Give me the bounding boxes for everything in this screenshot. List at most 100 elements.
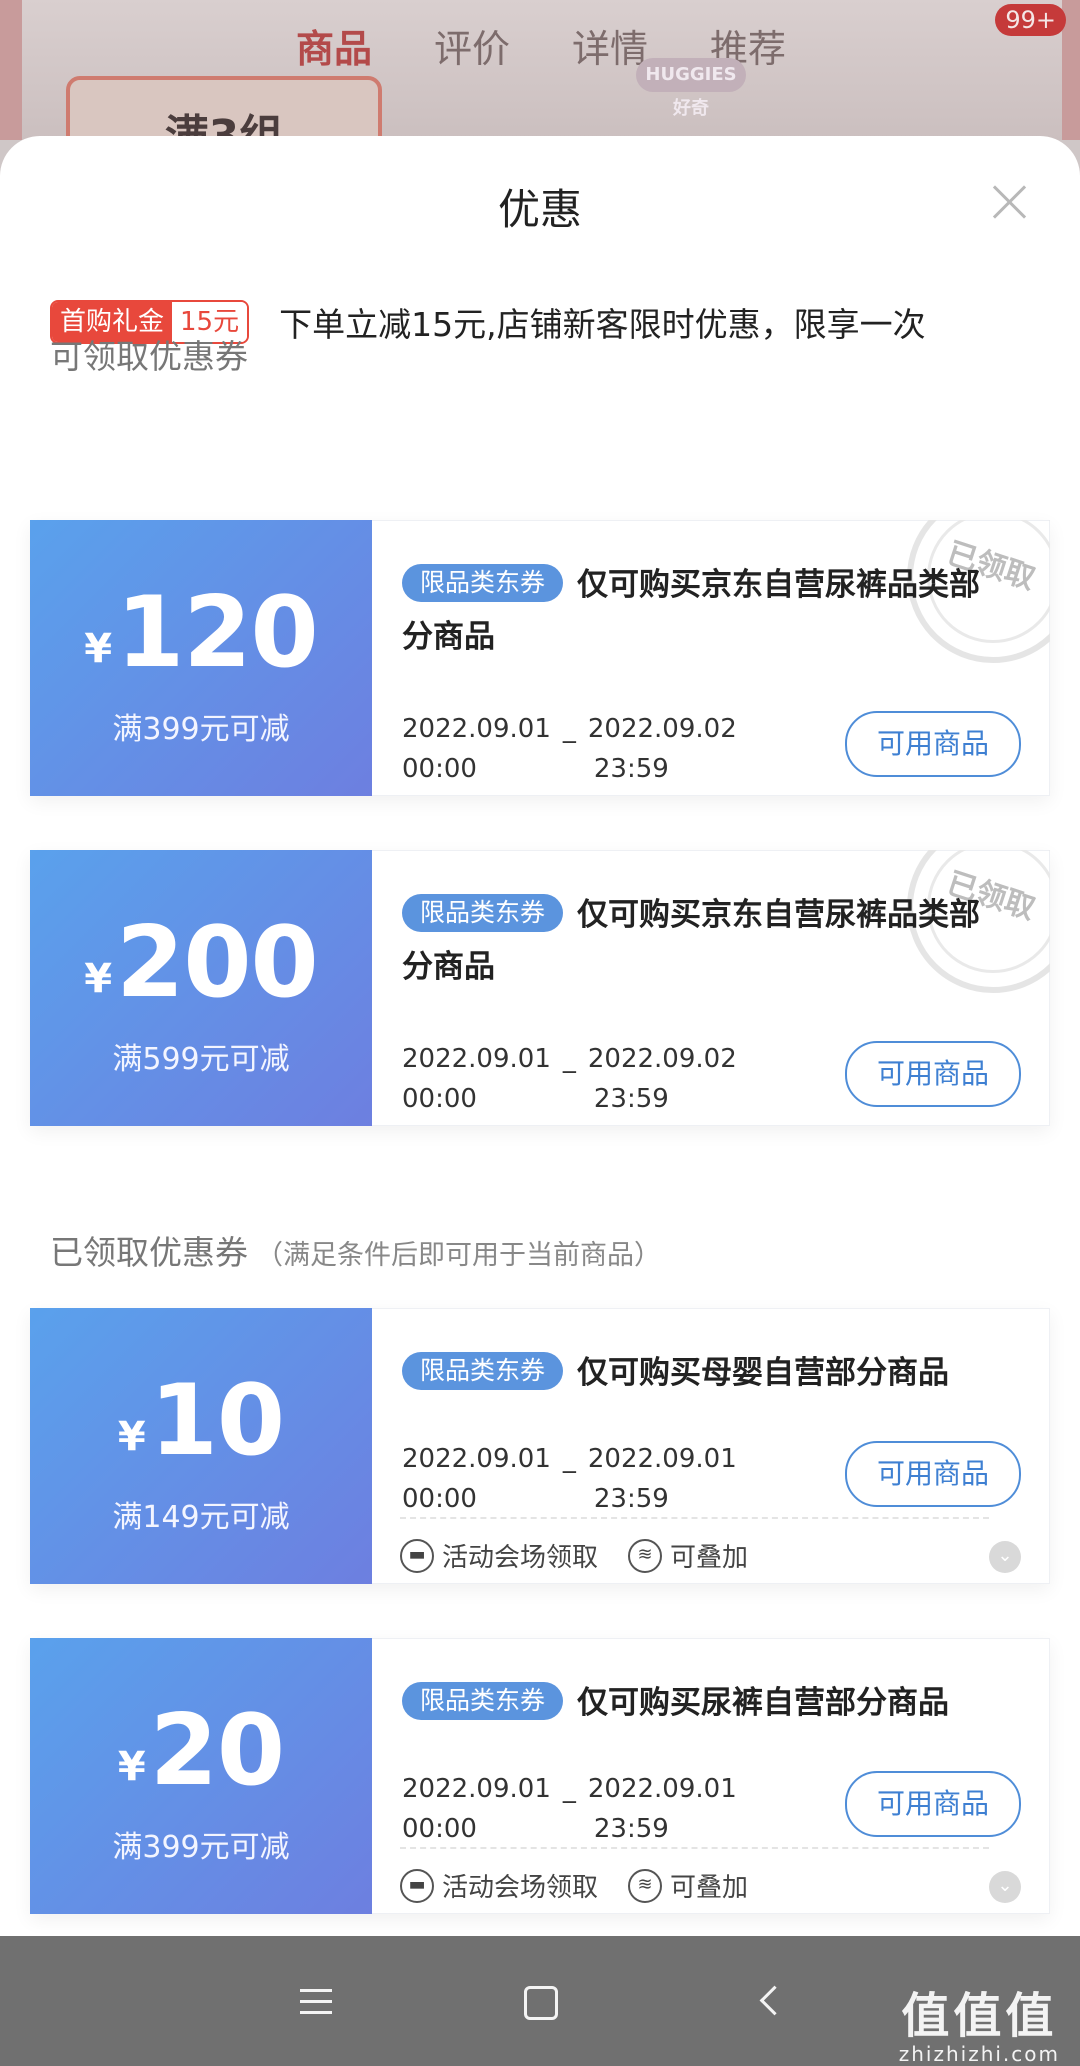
coupon-stackable: 可叠加 [670, 1543, 749, 1573]
start-time: 00:00 [402, 1084, 477, 1114]
category-tag: 限品类东券 [402, 1352, 564, 1390]
section-received-note: （满足条件后即可用于当前商品） [256, 1240, 661, 1271]
stack-icon: ≋ [628, 1538, 663, 1573]
coupon-validity: 2022.09.01 00:00 _ 2022.09.01 23:59 [402, 1439, 737, 1519]
available-products-button[interactable]: 可用商品 [845, 711, 1021, 777]
coupon-condition: 满399元可减 [112, 1830, 290, 1865]
end-date: 2022.09.02 [587, 714, 737, 744]
coupon-amount: ¥200 [30, 906, 372, 1020]
currency-symbol: ¥ [84, 956, 113, 1002]
available-products-button[interactable]: 可用商品 [845, 1041, 1021, 1107]
coupon-title: 限品类东券 仅可购买京东自营尿裤品类部分商品 [402, 559, 989, 663]
background-promo-box: 满3组 [66, 76, 382, 140]
background-tab-details: 详情 [572, 27, 649, 71]
available-products-button[interactable]: 可用商品 [845, 1771, 1021, 1837]
date-separator: _ [562, 1444, 576, 1474]
back-icon[interactable] [740, 1972, 800, 2032]
coupon-amount-value: 200 [116, 906, 319, 1020]
background-tab-reviews: 评价 [434, 27, 511, 71]
cart-count-badge: 99+ [995, 4, 1066, 36]
coupon-source: 活动会场领取 [442, 1873, 599, 1903]
coupon-amount: ¥20 [30, 1694, 372, 1808]
menu-icon[interactable] [286, 1972, 346, 2032]
coupon-title: 限品类东券 仅可购买母婴自营部分商品 [402, 1347, 989, 1399]
promo-description: 下单立减15元,店铺新客限时优惠，限享一次 [279, 305, 926, 344]
date-separator: _ [562, 1044, 576, 1074]
currency-symbol: ¥ [117, 1414, 146, 1460]
watermark-url: zhizhizhi.com [898, 2042, 1060, 2066]
coupon-value-panel: ¥200 满599元可减 [30, 850, 372, 1126]
coupon-validity: 2022.09.01 00:00 _ 2022.09.02 23:59 [402, 709, 737, 789]
chevron-down-icon[interactable]: ⌄ [989, 1871, 1021, 1903]
date-separator: _ [562, 714, 576, 744]
watermark-text: 值值值 [901, 1988, 1058, 2044]
coupon-info-panel: 限品类东券 仅可购买尿裤自营部分商品 2022.09.01 00:00 _ 2022.0… [372, 1638, 1050, 1914]
background-product-page: 商品 评价 详情 推荐 99+ 满3组 HUGGIES 好奇 [0, 0, 1080, 140]
start-date: 2022.09.01 [402, 714, 551, 744]
coupon-amount-value: 120 [116, 576, 319, 690]
coupon-value-panel: ¥20 满399元可减 [30, 1638, 372, 1914]
divider [400, 1517, 989, 1519]
coupon-meta: ▬ 活动会场领取 ≋ 可叠加 [400, 1867, 748, 1904]
background-tab-products: 商品 [296, 27, 373, 71]
system-navigation-bar: 值值值 zhizhizhi.com [0, 1936, 1080, 2066]
chevron-down-icon[interactable]: ⌄ [989, 1541, 1021, 1573]
sheet-title: 优惠 [497, 185, 582, 234]
coupon-title: 限品类东券 仅可购买京东自营尿裤品类部分商品 [402, 889, 989, 993]
start-time: 00:00 [402, 754, 477, 784]
coupon-source: 活动会场领取 [442, 1543, 599, 1573]
coupon-validity: 2022.09.01 00:00 _ 2022.09.02 23:59 [402, 1039, 737, 1119]
coupon-value-panel: ¥120 满399元可减 [30, 520, 372, 796]
section-received-label: 已领取优惠券 [50, 1233, 248, 1272]
coupon-info-panel: 限品类东券 仅可购买母婴自营部分商品 2022.09.01 00:00 _ 2022.0… [372, 1308, 1050, 1584]
coupon-title: 限品类东券 仅可购买尿裤自营部分商品 [402, 1677, 989, 1729]
coupon-card: ¥200 满599元可减 已领取 限品类东券 仅可购买京东自营尿裤品类部分商品 2… [30, 850, 1050, 1126]
coupon-value-panel: ¥10 满149元可减 [30, 1308, 372, 1584]
coupon-amount: ¥10 [30, 1364, 372, 1478]
coupon-stackable: 可叠加 [670, 1873, 749, 1903]
coupon-card: ¥120 满399元可减 已领取 限品类东券 仅可购买京东自营尿裤品类部分商品 2… [30, 520, 1050, 796]
coupon-condition: 满599元可减 [112, 1042, 290, 1077]
coupon-info-panel: 已领取 限品类东券 仅可购买京东自营尿裤品类部分商品 2022.09.01 00:0… [372, 850, 1050, 1126]
close-icon[interactable] [990, 182, 1030, 222]
coupon-title-text: 仅可购买母婴自营部分商品 [577, 1355, 950, 1391]
end-date: 2022.09.02 [587, 1044, 737, 1074]
end-date: 2022.09.01 [587, 1774, 737, 1804]
coupon-sheet: 优惠 首购礼金 15元 下单立减15元,店铺新客限时优惠，限享一次 可领取优惠券… [0, 136, 1080, 1936]
end-time: 23:59 [593, 1814, 669, 1844]
stack-icon: ≋ [628, 1868, 663, 1903]
start-time: 00:00 [402, 1814, 477, 1844]
watermark: 值值值 zhizhizhi.com [899, 1976, 1060, 2066]
section-received-title: 已领取优惠券 （满足条件后即可用于当前商品） [50, 1226, 661, 1274]
start-date: 2022.09.01 [402, 1044, 551, 1074]
coupon-condition: 满399元可减 [112, 712, 290, 747]
coupon-validity: 2022.09.01 00:00 _ 2022.09.01 23:59 [402, 1769, 737, 1849]
coupon-meta: ▬ 活动会场领取 ≋ 可叠加 [400, 1537, 748, 1574]
date-separator: _ [562, 1774, 576, 1804]
coupon-amount: ¥120 [30, 576, 372, 690]
category-tag: 限品类东券 [402, 894, 564, 932]
coupon-amount-value: 10 [149, 1364, 285, 1478]
end-time: 23:59 [593, 1484, 669, 1514]
background-brand-logo: HUGGIES 好奇 [636, 58, 746, 119]
category-tag: 限品类东券 [402, 564, 564, 602]
ticket-icon: ▬ [400, 1538, 434, 1573]
coupon-condition: 满149元可减 [112, 1500, 290, 1535]
coupon-amount-value: 20 [149, 1694, 285, 1808]
start-date: 2022.09.01 [402, 1774, 551, 1804]
divider [400, 1847, 989, 1849]
end-time: 23:59 [593, 754, 669, 784]
ticket-icon: ▬ [400, 1868, 434, 1903]
section-available-title: 可领取优惠券 [50, 337, 248, 376]
background-edge-left [0, 0, 22, 140]
start-date: 2022.09.01 [402, 1444, 551, 1474]
coupon-card: ¥20 满399元可减 限品类东券 仅可购买尿裤自营部分商品 2022.09.01… [30, 1638, 1050, 1914]
currency-symbol: ¥ [117, 1744, 146, 1790]
category-tag: 限品类东券 [402, 1682, 564, 1720]
home-icon[interactable] [508, 1972, 568, 2032]
end-date: 2022.09.01 [587, 1444, 737, 1474]
coupon-info-panel: 已领取 限品类东券 仅可购买京东自营尿裤品类部分商品 2022.09.01 00:0… [372, 520, 1050, 796]
currency-symbol: ¥ [84, 626, 113, 672]
start-time: 00:00 [402, 1484, 477, 1514]
available-products-button[interactable]: 可用商品 [845, 1441, 1021, 1507]
